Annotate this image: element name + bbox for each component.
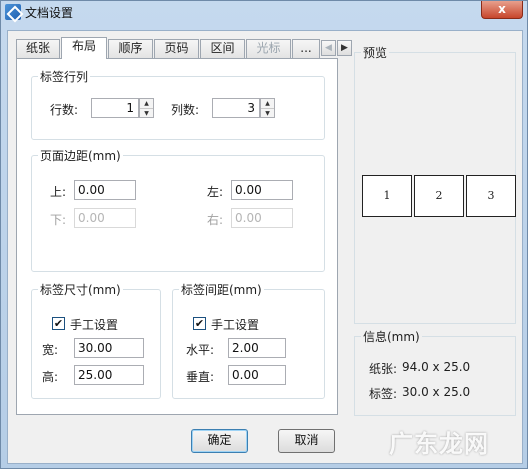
info-paper-value: 94.0 x 25.0 [402,360,471,374]
margin-top-label: 上: [50,185,67,199]
label-size-group: 标签尺寸(mm) ✔ 手工设置 宽: 高: [31,281,161,399]
dialog-body: 纸张 布局 顺序 页码 区间 光标 ... ◀ ▶ 标签行列 行数: ▲ ▼ 列… [7,30,523,464]
margin-left-label: 左: [207,185,224,199]
document-settings-icon [5,4,21,20]
margin-right-input[interactable] [231,208,293,228]
margin-top-input[interactable] [74,180,136,200]
spin-down-icon[interactable]: ▼ [261,108,274,117]
tab-range[interactable]: 区间 [200,39,245,58]
window-title: 文档设置 [25,6,74,20]
label-spacing-manual-checkbox[interactable]: ✔ [193,317,206,330]
layout-tab-panel: 标签行列 行数: ▲ ▼ 列数: ▲ ▼ 页面边距(mm) 上: 左: [16,58,338,415]
page-margins-title: 页面边距(mm) [38,147,123,164]
close-button[interactable]: x [481,1,523,19]
rows-stepper[interactable]: ▲ ▼ [139,98,154,118]
tab-page-number[interactable]: 页码 [154,39,199,58]
tab-more[interactable]: ... [292,39,320,58]
tab-layout[interactable]: 布局 [61,37,107,59]
cols-label: 列数: [171,103,200,117]
label-height-label: 高: [42,370,59,384]
title-bar[interactable]: 文档设置 x [1,1,527,23]
label-rows-cols-group: 标签行列 行数: ▲ ▼ 列数: ▲ ▼ [31,68,325,140]
label-size-manual-label[interactable]: 手工设置 [70,316,118,333]
vertical-spacing-label: 垂直: [186,370,215,384]
margin-right-label: 右: [207,213,224,227]
label-width-label: 宽: [42,343,59,357]
tab-scroll-right-icon[interactable]: ▶ [337,40,352,56]
preview-title: 预览 [361,44,390,61]
cols-input[interactable] [212,98,260,118]
page-margins-group: 页面边距(mm) 上: 左: 下: 右: [31,147,325,272]
document-settings-dialog: 文档设置 x 纸张 布局 顺序 页码 区间 光标 ... ◀ ▶ 标签行列 行数… [0,0,528,469]
margin-bottom-label: 下: [50,213,67,227]
label-height-input[interactable] [74,365,144,385]
label-spacing-group: 标签间距(mm) ✔ 手工设置 水平: 垂直: [172,281,325,399]
vertical-spacing-input[interactable] [228,365,286,385]
info-group: 信息(mm) 纸张: 94.0 x 25.0 标签: 30.0 x 25.0 [354,328,516,416]
preview-label-cell: 2 [414,175,464,217]
spin-up-icon[interactable]: ▲ [261,99,274,108]
label-size-manual-checkbox[interactable]: ✔ [52,317,65,330]
info-paper-label: 纸张: [369,362,398,376]
label-size-title: 标签尺寸(mm) [38,281,123,298]
label-spacing-manual-label[interactable]: 手工设置 [211,316,259,333]
preview-label-cell: 1 [362,175,412,217]
info-label-label: 标签: [369,387,398,401]
info-title: 信息(mm) [361,328,422,345]
tab-order[interactable]: 顺序 [108,39,153,58]
margin-left-input[interactable] [231,180,293,200]
label-spacing-title: 标签间距(mm) [179,281,264,298]
info-label-value: 30.0 x 25.0 [402,385,471,399]
spin-down-icon[interactable]: ▼ [140,108,153,117]
rows-label: 行数: [50,103,79,117]
cols-stepper[interactable]: ▲ ▼ [260,98,275,118]
cancel-button[interactable]: 取消 [278,429,335,453]
preview-group: 预览 1 2 3 [354,44,516,324]
rows-input[interactable] [91,98,139,118]
ok-button[interactable]: 确定 [191,429,248,453]
tab-cursor[interactable]: 光标 [246,39,291,58]
horizontal-spacing-input[interactable] [228,338,286,358]
spin-up-icon[interactable]: ▲ [140,99,153,108]
label-width-input[interactable] [74,338,144,358]
label-rows-cols-title: 标签行列 [38,68,91,85]
tab-paper[interactable]: 纸张 [16,39,60,58]
site-watermark: 广东龙网 [389,430,489,458]
tab-scroll-left-icon[interactable]: ◀ [321,40,336,56]
horizontal-spacing-label: 水平: [186,343,215,357]
margin-bottom-input[interactable] [74,208,136,228]
preview-label-cell: 3 [466,175,516,217]
